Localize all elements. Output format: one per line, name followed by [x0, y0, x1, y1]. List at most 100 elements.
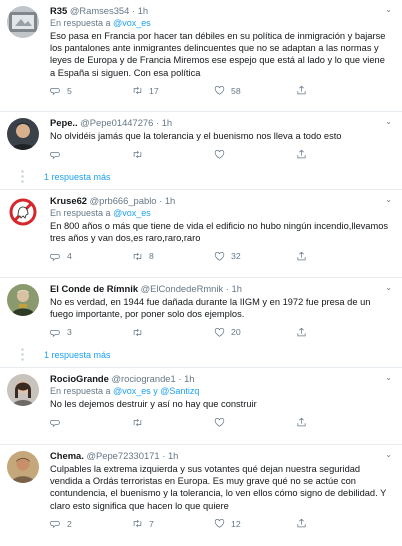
tweet[interactable]: Chema. @Pepe72330171 · 1h ⌄ Culpables la… — [0, 445, 402, 545]
like-count: 12 — [231, 518, 241, 529]
avatar[interactable] — [7, 284, 39, 316]
like-button[interactable]: 32 — [214, 251, 296, 262]
share-button[interactable] — [296, 417, 313, 428]
reply-button[interactable] — [50, 417, 132, 428]
tweet[interactable]: El Conde de Rímnik @ElCondedeRmnik · 1h … — [0, 278, 402, 344]
chevron-down-icon[interactable]: ⌄ — [385, 450, 392, 459]
user-handle[interactable]: @prb666_pablo — [90, 195, 157, 206]
avatar[interactable] — [7, 374, 39, 406]
chevron-down-icon[interactable]: ⌄ — [385, 373, 392, 382]
chevron-down-icon[interactable]: ⌄ — [385, 117, 392, 126]
show-more-replies[interactable]: 1 respuesta más — [0, 344, 402, 368]
tweet-header: RocioGrande @rociogrande1 · 1h — [50, 373, 195, 384]
more-replies-label[interactable]: 1 respuesta más — [44, 172, 111, 182]
like-button[interactable]: 20 — [214, 327, 296, 338]
retweet-icon — [133, 252, 142, 261]
heart-icon — [214, 417, 225, 427]
reply-prefix: En respuesta a — [50, 18, 111, 28]
more-replies-label[interactable]: 1 respuesta más — [44, 350, 111, 360]
share-button[interactable] — [296, 85, 313, 96]
reply-to-link[interactable]: @vox_es — [113, 18, 151, 28]
like-button[interactable] — [214, 149, 296, 160]
tweet[interactable]: Kruse62 @prb666_pablo · 1h ⌄ En respuest… — [0, 190, 402, 278]
like-button[interactable] — [214, 417, 296, 428]
avatar[interactable] — [7, 6, 39, 38]
share-button[interactable] — [296, 149, 313, 160]
share-button[interactable] — [296, 327, 313, 338]
display-name[interactable]: Kruse62 — [50, 195, 87, 206]
like-count: 32 — [231, 251, 241, 262]
reply-button[interactable]: 5 — [50, 85, 132, 96]
like-button[interactable]: 58 — [214, 85, 296, 96]
thread-dots — [21, 347, 24, 363]
reply-context: En respuesta a @vox_es — [50, 207, 392, 219]
tweet[interactable]: R35 @Ramses354 · 1h ⌄ En respuesta a @vo… — [0, 0, 402, 112]
tweet-text: No les dejemos destruir y así no hay que… — [50, 399, 257, 409]
like-count: 58 — [231, 85, 241, 96]
tweet-text: No es verdad, en 1944 fue dañada durante… — [50, 297, 371, 320]
share-button[interactable] — [296, 251, 313, 262]
retweet-button[interactable]: 7 — [132, 518, 214, 529]
timestamp[interactable]: 1h — [168, 450, 178, 461]
retweet-icon — [133, 87, 142, 95]
tweet-text: Eso pasa en Francia por hacer tan débile… — [50, 31, 386, 78]
chevron-down-icon[interactable]: ⌄ — [385, 283, 392, 292]
tweet[interactable]: Pepe.. @Pepe01447276 · 1h ⌄ No olvidéis … — [0, 112, 402, 166]
retweet-button[interactable] — [132, 149, 214, 160]
like-count: 20 — [231, 327, 241, 338]
display-name[interactable]: Pepe.. — [50, 117, 78, 128]
tweet-header: Pepe.. @Pepe01447276 · 1h — [50, 117, 173, 128]
retweet-count: 7 — [149, 518, 154, 529]
retweet-count: 8 — [149, 251, 154, 262]
reply-prefix: En respuesta a — [50, 386, 111, 396]
avatar[interactable] — [7, 196, 39, 228]
user-handle[interactable]: @Pepe72330171 — [86, 450, 159, 461]
avatar[interactable] — [7, 451, 39, 483]
heart-icon — [214, 86, 225, 95]
user-handle[interactable]: @Ramses354 — [70, 5, 130, 16]
display-name[interactable]: El Conde de Rímnik — [50, 283, 138, 294]
retweet-icon — [133, 520, 142, 528]
retweet-button[interactable] — [132, 327, 214, 338]
reply-count: 3 — [67, 327, 72, 338]
display-name[interactable]: R35 — [50, 5, 67, 16]
share-button[interactable] — [296, 518, 313, 529]
reply-to-link[interactable]: @vox_es — [113, 208, 151, 218]
reply-button[interactable]: 3 — [50, 327, 132, 338]
reply-to-link[interactable]: @vox_es y @Santizq — [113, 386, 199, 396]
user-handle[interactable]: @Pepe01447276 — [80, 117, 153, 128]
reply-count: 2 — [67, 518, 72, 529]
timestamp[interactable]: 1h — [231, 283, 241, 294]
user-handle[interactable]: @ElCondedeRmnik — [141, 283, 223, 294]
timestamp[interactable]: 1h — [165, 195, 175, 206]
timestamp[interactable]: 1h — [138, 5, 148, 16]
tweet-header: El Conde de Rímnik @ElCondedeRmnik · 1h — [50, 283, 242, 294]
tweet-actions: 3 20 — [50, 320, 392, 344]
reply-button[interactable] — [50, 149, 132, 160]
retweet-count: 17 — [149, 85, 159, 96]
show-more-replies[interactable]: 1 respuesta más — [0, 166, 402, 190]
share-icon — [297, 519, 306, 528]
retweet-button[interactable]: 8 — [132, 251, 214, 262]
reply-button[interactable]: 4 — [50, 251, 132, 262]
chevron-down-icon[interactable]: ⌄ — [385, 5, 392, 14]
tweet-actions — [50, 410, 392, 434]
reply-icon — [50, 521, 60, 528]
display-name[interactable]: Chema. — [50, 450, 84, 461]
tweet[interactable]: RocioGrande @rociogrande1 · 1h ⌄ En resp… — [0, 368, 402, 445]
avatar[interactable] — [7, 118, 39, 150]
display-name[interactable]: RocioGrande — [50, 373, 109, 384]
retweet-button[interactable]: 17 — [132, 85, 214, 96]
tweet-text: En 800 años o más que tiene de vida el e… — [50, 221, 389, 244]
reply-button[interactable]: 2 — [50, 518, 132, 529]
user-handle[interactable]: @rociogrande1 — [111, 373, 175, 384]
tweet-header: Chema. @Pepe72330171 · 1h — [50, 450, 179, 461]
timestamp[interactable]: 1h — [184, 373, 194, 384]
share-icon — [297, 251, 306, 261]
reply-context: En respuesta a @vox_es — [50, 17, 392, 29]
reply-icon — [50, 88, 60, 95]
like-button[interactable]: 12 — [214, 518, 296, 529]
chevron-down-icon[interactable]: ⌄ — [385, 195, 392, 204]
timestamp[interactable]: 1h — [162, 117, 172, 128]
retweet-button[interactable] — [132, 417, 214, 428]
